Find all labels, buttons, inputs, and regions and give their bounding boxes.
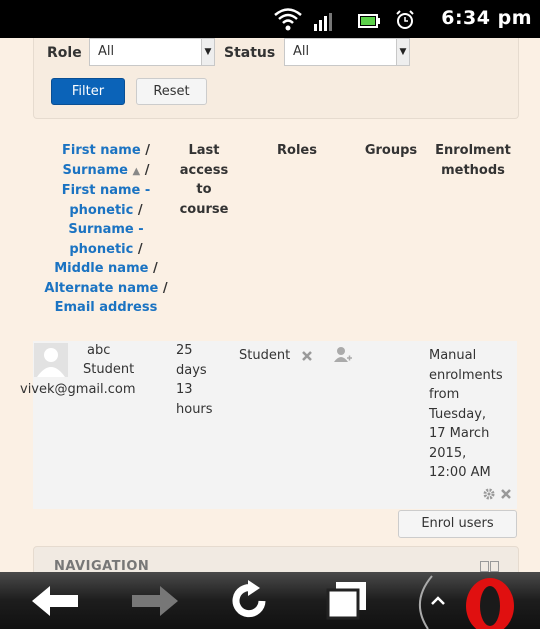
enrolment-method-value: Manual enrolments from Tuesday, 17 March… xyxy=(429,346,503,483)
sort-first-name-phonetic[interactable]: First name - phonetic xyxy=(62,183,151,218)
enrolment-line: 2015, xyxy=(429,445,467,461)
forward-icon[interactable] xyxy=(130,584,180,618)
sort-surname-phonetic[interactable]: Surname - phonetic xyxy=(68,222,143,257)
user-name-last[interactable]: Student xyxy=(83,360,134,380)
enrol-users-button[interactable]: Enrol users xyxy=(398,510,517,538)
status-select[interactable]: All ▼ xyxy=(284,38,410,66)
avatar[interactable] xyxy=(34,343,68,377)
last-access-hours-num: 13 xyxy=(176,382,193,397)
last-access-hours-unit: hours xyxy=(176,401,213,417)
browser-toolbar xyxy=(0,572,540,629)
enrolment-line: 12:00 AM xyxy=(429,465,491,480)
reset-button[interactable]: Reset xyxy=(136,78,207,105)
back-icon[interactable] xyxy=(30,584,80,618)
signal-icon xyxy=(314,13,332,31)
role-value: Student xyxy=(239,348,291,363)
alarm-icon xyxy=(396,10,414,29)
sort-asc-icon: ▲ xyxy=(132,165,141,177)
unenrol-icon[interactable] xyxy=(500,488,512,500)
gear-icon[interactable] xyxy=(483,488,495,500)
user-name-first[interactable]: abc xyxy=(87,341,110,361)
last-access-days-unit: days xyxy=(176,362,207,378)
sort-middle-name[interactable]: Middle name xyxy=(54,261,148,276)
reload-icon[interactable] xyxy=(228,580,272,622)
tabs-icon[interactable] xyxy=(326,582,368,620)
enrolment-line: Manual xyxy=(429,348,477,363)
status-bar: 6:34 pm xyxy=(0,0,540,38)
groups-header: Groups xyxy=(364,143,418,158)
user-email-link[interactable]: vivek@gmail.com xyxy=(20,380,136,400)
clock: 6:34 pm xyxy=(441,7,532,29)
enrolment-line: Tuesday, xyxy=(429,406,487,422)
role-select[interactable]: All ▼ xyxy=(89,38,215,66)
role-select-value: All xyxy=(98,44,115,59)
last-access-header: Last access to course xyxy=(179,143,229,217)
enrolment-line: from xyxy=(429,387,460,402)
sort-email-address[interactable]: Email address xyxy=(55,300,158,315)
assign-role-icon[interactable] xyxy=(333,346,353,364)
unassign-role-icon[interactable] xyxy=(301,350,313,362)
enrolment-line: enrolments xyxy=(429,367,503,383)
opera-menu-icon[interactable] xyxy=(410,572,540,629)
last-access-value: 25 days 13 hours xyxy=(176,341,213,419)
sort-alternate-name[interactable]: Alternate name xyxy=(44,281,158,296)
chevron-down-icon: ▼ xyxy=(396,39,409,65)
roles-header: Roles xyxy=(277,143,317,158)
wifi-icon xyxy=(274,8,302,31)
status-select-value: All xyxy=(293,44,310,59)
chevron-down-icon: ▼ xyxy=(201,39,214,65)
status-label: Status xyxy=(224,45,276,61)
battery-icon xyxy=(358,14,380,28)
sort-first-name[interactable]: First name xyxy=(62,143,141,158)
enrolment-methods-header: Enrolment methods xyxy=(435,143,511,178)
name-column-header: First name / Surname ▲ / First name - ph… xyxy=(44,143,168,315)
role-label: Role xyxy=(47,45,82,61)
last-access-days-num: 25 xyxy=(176,343,193,358)
sort-surname[interactable]: Surname xyxy=(63,163,128,178)
enrolment-line: 17 March xyxy=(429,426,490,441)
filter-button[interactable]: Filter xyxy=(51,78,125,105)
